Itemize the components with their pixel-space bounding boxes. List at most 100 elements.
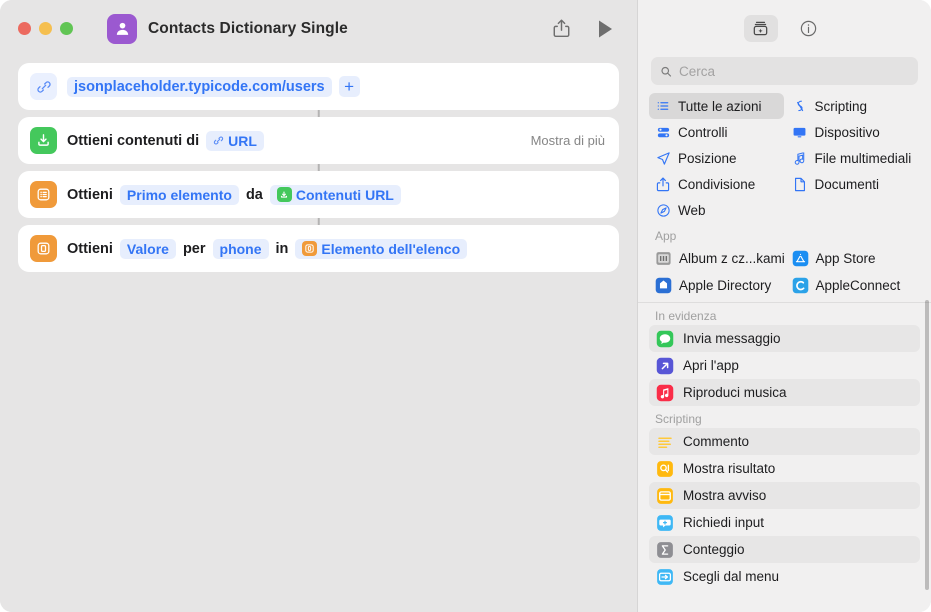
search-box[interactable]: [651, 57, 918, 85]
list-item-label: Commento: [683, 434, 750, 449]
app-item-app-store[interactable]: App Store: [786, 245, 921, 272]
app-item-album[interactable]: Album z cz...kami: [649, 245, 784, 272]
category-controlli[interactable]: Controlli: [649, 119, 784, 145]
list-item-label: Scegli dal menu: [683, 569, 780, 584]
category-documenti[interactable]: Documenti: [786, 171, 921, 197]
category-condivisione[interactable]: Condivisione: [649, 171, 784, 197]
action-middle-label-2: in: [275, 240, 289, 257]
action-middle-label-1: per: [182, 240, 206, 257]
page-title: Contacts Dictionary Single: [148, 19, 348, 37]
list-item-richiedi-input[interactable]: Richiedi input: [649, 509, 920, 536]
download-box-icon: [30, 127, 57, 154]
action-library-sidebar: Tutte le azioni Scripting: [637, 0, 931, 612]
action-card-get-dictionary-value[interactable]: Ottieni Valore per phone in Elemento del…: [18, 225, 619, 272]
url-variable-token[interactable]: URL: [206, 130, 264, 151]
app-store-icon: [792, 250, 809, 267]
category-label: File multimediali: [814, 150, 912, 166]
show-result-icon: [656, 460, 674, 478]
close-button[interactable]: [18, 22, 31, 35]
location-arrow-icon: [655, 150, 671, 166]
variable-token-label: Contenuti URL: [295, 186, 394, 203]
sidebar-scrollbar[interactable]: [925, 300, 929, 590]
key-token[interactable]: phone: [212, 238, 269, 259]
list-item-label: Mostra risultato: [683, 461, 776, 476]
search-input[interactable]: [679, 63, 909, 79]
list-item-label: Invia messaggio: [683, 331, 781, 346]
connector-3: [18, 218, 619, 225]
list-item-apri-lapp[interactable]: Apri l'app: [649, 352, 920, 379]
window-titlebar: Contacts Dictionary Single: [0, 0, 637, 57]
app-item-label: Apple Directory: [679, 278, 772, 293]
choose-menu-icon: [656, 568, 674, 586]
category-file-multimediali[interactable]: File multimediali: [786, 145, 921, 171]
controls-icon: [655, 124, 671, 140]
dictionary-icon: [30, 235, 57, 262]
shortcuts-window: Contacts Dictionary Single jsonplacehold…: [0, 0, 931, 612]
minimize-button[interactable]: [39, 22, 52, 35]
link-icon: [30, 73, 57, 100]
action-card-get-contents-of-url[interactable]: Ottieni contenuti di URL Mostra di più: [18, 117, 619, 164]
variable-token-contenuti-url[interactable]: Contenuti URL: [269, 184, 401, 205]
add-url-button[interactable]: +: [338, 76, 360, 97]
list-item-label: Riproduci musica: [683, 385, 787, 400]
search-icon: [661, 66, 672, 77]
contacts-person-icon: [107, 13, 137, 44]
value-token[interactable]: Valore: [119, 238, 176, 259]
display-icon: [792, 124, 808, 140]
zoom-button[interactable]: [60, 22, 73, 35]
category-label: Documenti: [814, 176, 880, 192]
action-middle-label: da: [245, 186, 263, 203]
action-card-get-item-from-list[interactable]: Ottieni Primo elemento da Contenuti URL: [18, 171, 619, 218]
list-item-scegli-dal-menu[interactable]: Scegli dal menu: [649, 563, 920, 590]
variable-token-elemento-elenco[interactable]: Elemento dell'elenco: [295, 238, 468, 259]
item-index-token[interactable]: Primo elemento: [119, 184, 239, 205]
dictionary-icon: [302, 241, 318, 256]
featured-section-header: In evidenza: [655, 309, 717, 323]
list-item-riproduci-musica[interactable]: Riproduci musica: [649, 379, 920, 406]
category-dispositivo[interactable]: Dispositivo: [786, 119, 921, 145]
show-more-button[interactable]: Mostra di più: [531, 133, 605, 148]
titlebar-actions: [553, 19, 621, 38]
play-icon[interactable]: [598, 20, 613, 38]
list-item-mostra-risultato[interactable]: Mostra risultato: [649, 455, 920, 482]
list-item-label: Apri l'app: [683, 358, 739, 373]
actions-list: jsonplaceholder.typicode.com/users + Ott…: [0, 57, 637, 272]
photos-album-icon: [655, 250, 672, 267]
list-item-invia-messaggio[interactable]: Invia messaggio: [649, 325, 920, 352]
featured-list: Invia messaggio Apri l'app Riproduci mus…: [638, 325, 931, 406]
list-item-mostra-avviso[interactable]: Mostra avviso: [649, 482, 920, 509]
category-scripting[interactable]: Scripting: [786, 93, 921, 119]
connector-1: [18, 110, 619, 117]
safari-compass-icon: [655, 202, 671, 218]
scripting-icon: [792, 98, 808, 114]
action-prefix-label: Ottieni contenuti di: [67, 132, 200, 149]
category-tutte-le-azioni[interactable]: Tutte le azioni: [649, 93, 784, 119]
open-app-icon: [656, 357, 674, 375]
section-divider: [638, 302, 931, 303]
list-item-label: Richiedi input: [683, 515, 765, 530]
category-web[interactable]: Web: [649, 197, 784, 223]
action-prefix-label: Ottieni: [67, 186, 113, 203]
action-get-item-text: Ottieni Primo elemento da Contenuti URL: [67, 184, 401, 205]
share-icon[interactable]: [553, 19, 570, 38]
action-card-url[interactable]: jsonplaceholder.typicode.com/users +: [18, 63, 619, 110]
list-item-commento[interactable]: Commento: [649, 428, 920, 455]
app-item-label: Album z cz...kami: [679, 251, 784, 266]
info-circle-icon[interactable]: [792, 15, 826, 42]
variable-token-label: Elemento dell'elenco: [321, 240, 461, 257]
category-label: Web: [678, 202, 706, 218]
category-grid: Tutte le azioni Scripting Controlli Disp…: [638, 85, 931, 223]
list-item-conteggio[interactable]: Conteggio: [649, 536, 920, 563]
category-posizione[interactable]: Posizione: [649, 145, 784, 171]
scripting-section-header: Scripting: [655, 412, 702, 426]
app-section-header: App: [655, 229, 677, 243]
app-item-appleconnect[interactable]: AppleConnect: [786, 272, 921, 299]
app-grid: Album z cz...kami App Store Apple Direct…: [638, 245, 931, 299]
action-prefix-label: Ottieni: [67, 240, 113, 257]
action-library-icon[interactable]: [743, 15, 778, 42]
url-value-token[interactable]: jsonplaceholder.typicode.com/users: [67, 76, 332, 97]
app-item-label: AppleConnect: [815, 278, 901, 293]
share-icon: [655, 176, 671, 192]
document-icon: [792, 176, 808, 192]
app-item-apple-directory[interactable]: Apple Directory: [649, 272, 784, 299]
